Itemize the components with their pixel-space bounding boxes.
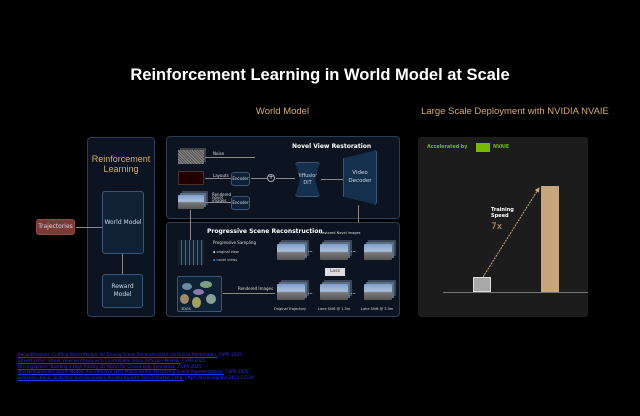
trajectories-arrow (76, 227, 102, 228)
dots: ... (308, 290, 313, 295)
render-encoder: Encoder (231, 196, 250, 210)
render-line (205, 202, 231, 203)
rendered-image (364, 284, 392, 300)
reference-link[interactable]: Gaussian 3DGS: Distortion and Secondary … (18, 375, 184, 380)
sampling-label: Progressive Sampling (213, 240, 257, 245)
dots: ... (308, 248, 313, 253)
restored-image (364, 244, 392, 260)
noise-line (205, 157, 255, 158)
reference-venue: CVPR 2025 (217, 352, 242, 357)
gaussian (180, 294, 189, 304)
deployment-panel: Accelerated by NVAIE Training Speed 7x (418, 137, 588, 317)
layout-encoder: Encoder (231, 172, 250, 186)
restored-label: Restored Novel Images (320, 231, 361, 235)
references: ReconDreamer: Crafting World Models for … (18, 352, 254, 381)
page-title: Reinforcement Learning in World Model at… (130, 66, 510, 84)
sampling-up-line (190, 210, 191, 240)
reference-venue: CVPR 2025 (223, 369, 249, 375)
reference-venue: https://arxiv.org/abs/2412.12129 (183, 375, 254, 381)
speedup-value: 7x (491, 222, 503, 232)
world-model-heading: World Model (255, 106, 310, 117)
sampling-sliders (178, 240, 204, 265)
rendered-image (277, 284, 305, 300)
dit-line (321, 179, 343, 180)
rendered-novel-image (178, 195, 204, 209)
rendered-image (320, 284, 348, 300)
rl-title: Reinforcement Learning (91, 154, 151, 174)
original-view-legend: ▪ original view (213, 250, 239, 254)
gaussian (192, 297, 201, 308)
training-speed-label: Training Speed (491, 207, 514, 219)
loss-box: Loss (325, 268, 345, 276)
psr-title: Progressive Scene Reconstruction (207, 228, 323, 235)
world-model-box: World Model (102, 191, 144, 254)
nvr-title: Novel View Restoration (292, 143, 372, 150)
caption-original: Original Trajectory (274, 307, 307, 311)
reference-link[interactable]: StreetCrafter: Street View Synthesis wit… (18, 358, 181, 363)
reference-item[interactable]: Gaussian 3DGS: Distortion and Secondary … (18, 375, 254, 381)
noise-image (178, 150, 204, 164)
reference-link[interactable]: DrivingSphere: Building a High-fidelity … (18, 364, 177, 369)
noise-label: Noise (213, 151, 225, 156)
plus-icon: + (267, 174, 275, 182)
rendered-label: Rendered novel images (212, 192, 232, 203)
gaussian (206, 294, 216, 304)
layout-line (205, 178, 231, 179)
dots: ... (351, 248, 356, 253)
deployment-heading: Large Scale Deployment with NVIDIA NVAIE (421, 106, 609, 117)
reward-model-box: Reward Model (102, 274, 143, 308)
original-view-label: original view (216, 250, 239, 254)
trajectories-box: Trajectories (36, 219, 75, 235)
layout-image (178, 171, 204, 185)
speed-arrow (482, 187, 540, 278)
caption-shift-1: Lane Shift @ 1.5m (318, 307, 351, 311)
enc-line (251, 178, 267, 179)
dots: ... (351, 290, 356, 295)
restored-image (277, 244, 305, 260)
gaussian (182, 283, 192, 290)
world-reward-arrow (122, 254, 123, 274)
plus-line (276, 178, 295, 179)
gaussian (200, 281, 212, 288)
restored-image (320, 244, 348, 260)
reference-venue: CVPR 2025 (176, 363, 202, 369)
caption-shift-2: Lane Shift @ 3.0m (361, 307, 394, 311)
novel-views-legend: ▪ novel views (213, 258, 238, 262)
rendered-images-label: Rendered Images (238, 286, 274, 291)
rendered-line (223, 293, 275, 294)
reference-link[interactable]: DriveDreamer4D: World Models Are Effecti… (18, 369, 224, 374)
3dgs-box: 3DGS (177, 276, 222, 312)
video-decoder: Video Decoder (343, 150, 377, 205)
gaussian (193, 289, 204, 295)
reference-venue: CVPR 2025 (180, 357, 206, 363)
3dgs-label: 3DGS (181, 307, 191, 311)
reference-link[interactable]: ReconDreamer: Crafting World Models for … (18, 352, 217, 357)
novel-views-label: novel views (216, 258, 238, 262)
